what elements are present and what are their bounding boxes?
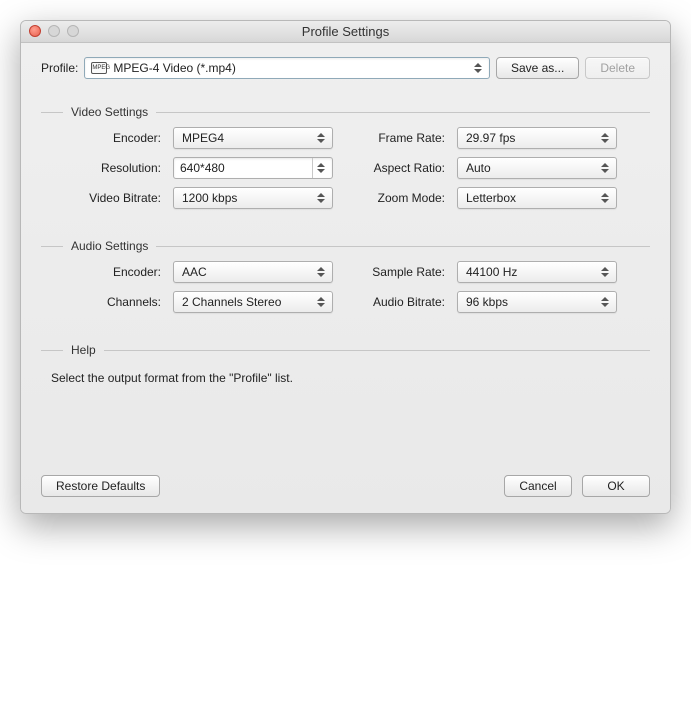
ok-button[interactable]: OK (582, 475, 650, 497)
channels-select[interactable]: 2 Channels Stereo (173, 291, 333, 313)
dropdown-arrows-icon (314, 190, 328, 206)
dropdown-arrows-icon (598, 264, 612, 280)
zoom-mode-select[interactable]: Letterbox (457, 187, 617, 209)
frame-rate-select[interactable]: 29.97 fps (457, 127, 617, 149)
group-heading: Video Settings (41, 105, 650, 119)
sample-rate-select[interactable]: 44100 Hz (457, 261, 617, 283)
help-group: Help Select the output format from the "… (41, 343, 650, 385)
profile-label: Profile: (41, 61, 78, 75)
restore-defaults-button[interactable]: Restore Defaults (41, 475, 160, 497)
audio-settings-title: Audio Settings (71, 239, 148, 253)
zoom-icon (67, 25, 79, 37)
audio-encoder-label: Encoder: (51, 265, 161, 279)
help-title: Help (71, 343, 96, 357)
zoom-mode-label: Zoom Mode: (345, 191, 445, 205)
resolution-value: 640*480 (180, 161, 225, 175)
audio-encoder-value: AAC (182, 265, 207, 279)
profile-settings-window: Profile Settings Profile: MPEG MPEG-4 Vi… (20, 20, 671, 514)
profile-row: Profile: MPEG MPEG-4 Video (*.mp4) Save … (41, 57, 650, 79)
delete-button: Delete (585, 57, 650, 79)
dropdown-arrows-icon (314, 264, 328, 280)
footer: Restore Defaults Cancel OK (41, 475, 650, 497)
window-controls (29, 25, 79, 37)
dropdown-arrows-icon (598, 130, 612, 146)
mpeg-format-icon: MPEG (91, 62, 107, 74)
encoder-label: Encoder: (51, 131, 161, 145)
audio-bitrate-label: Audio Bitrate: (345, 295, 445, 309)
resolution-combo[interactable]: 640*480 (173, 157, 333, 179)
group-heading: Help (41, 343, 650, 357)
audio-bitrate-value: 96 kbps (466, 295, 508, 309)
frame-rate-value: 29.97 fps (466, 131, 515, 145)
frame-rate-label: Frame Rate: (345, 131, 445, 145)
video-encoder-value: MPEG4 (182, 131, 224, 145)
save-as-button[interactable]: Save as... (496, 57, 579, 79)
help-text: Select the output format from the "Profi… (41, 365, 650, 385)
profile-select[interactable]: MPEG MPEG-4 Video (*.mp4) (84, 57, 490, 79)
aspect-ratio-select[interactable]: Auto (457, 157, 617, 179)
dropdown-arrows-icon (314, 160, 328, 176)
audio-settings-group: Audio Settings Encoder: AAC Sample Rate:… (41, 239, 650, 313)
zoom-mode-value: Letterbox (466, 191, 516, 205)
video-bitrate-label: Video Bitrate: (51, 191, 161, 205)
video-settings-group: Video Settings Encoder: MPEG4 Frame Rate… (41, 105, 650, 209)
dropdown-arrows-icon (471, 60, 485, 76)
audio-encoder-select[interactable]: AAC (173, 261, 333, 283)
profile-value: MPEG-4 Video (*.mp4) (113, 61, 236, 75)
dropdown-arrows-icon (314, 130, 328, 146)
dropdown-arrows-icon (598, 190, 612, 206)
channels-label: Channels: (51, 295, 161, 309)
group-heading: Audio Settings (41, 239, 650, 253)
dropdown-arrows-icon (598, 294, 612, 310)
audio-bitrate-select[interactable]: 96 kbps (457, 291, 617, 313)
channels-value: 2 Channels Stereo (182, 295, 281, 309)
dropdown-arrows-icon (598, 160, 612, 176)
resolution-label: Resolution: (51, 161, 161, 175)
dropdown-arrows-icon (314, 294, 328, 310)
titlebar: Profile Settings (21, 21, 670, 43)
minimize-icon (48, 25, 60, 37)
video-encoder-select[interactable]: MPEG4 (173, 127, 333, 149)
sample-rate-label: Sample Rate: (345, 265, 445, 279)
video-settings-title: Video Settings (71, 105, 148, 119)
sample-rate-value: 44100 Hz (466, 265, 517, 279)
cancel-button[interactable]: Cancel (504, 475, 572, 497)
close-icon[interactable] (29, 25, 41, 37)
video-bitrate-select[interactable]: 1200 kbps (173, 187, 333, 209)
window-content: Profile: MPEG MPEG-4 Video (*.mp4) Save … (21, 43, 670, 513)
aspect-ratio-label: Aspect Ratio: (345, 161, 445, 175)
aspect-ratio-value: Auto (466, 161, 491, 175)
window-title: Profile Settings (302, 24, 389, 39)
video-bitrate-value: 1200 kbps (182, 191, 237, 205)
